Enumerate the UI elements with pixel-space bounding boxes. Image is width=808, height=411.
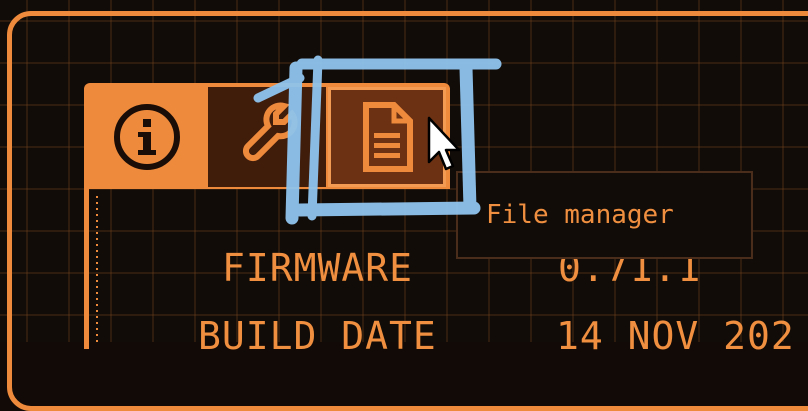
wrench-icon — [242, 102, 298, 162]
mouse-cursor — [427, 116, 461, 171]
tab-bar — [84, 83, 450, 189]
firmware-label: FIRMWARE — [222, 246, 414, 290]
tooltip-text: File manager — [486, 200, 674, 230]
tab-tools[interactable] — [208, 87, 326, 187]
tooltip: File manager — [456, 171, 753, 259]
info-icon — [114, 104, 180, 170]
content-divider — [96, 196, 98, 346]
document-icon — [363, 102, 413, 172]
build-date-value: 14 NOV 202 — [556, 314, 795, 358]
tab-info[interactable] — [88, 87, 206, 187]
content-border — [84, 189, 89, 349]
build-date-label: BUILD DATE — [198, 314, 437, 358]
